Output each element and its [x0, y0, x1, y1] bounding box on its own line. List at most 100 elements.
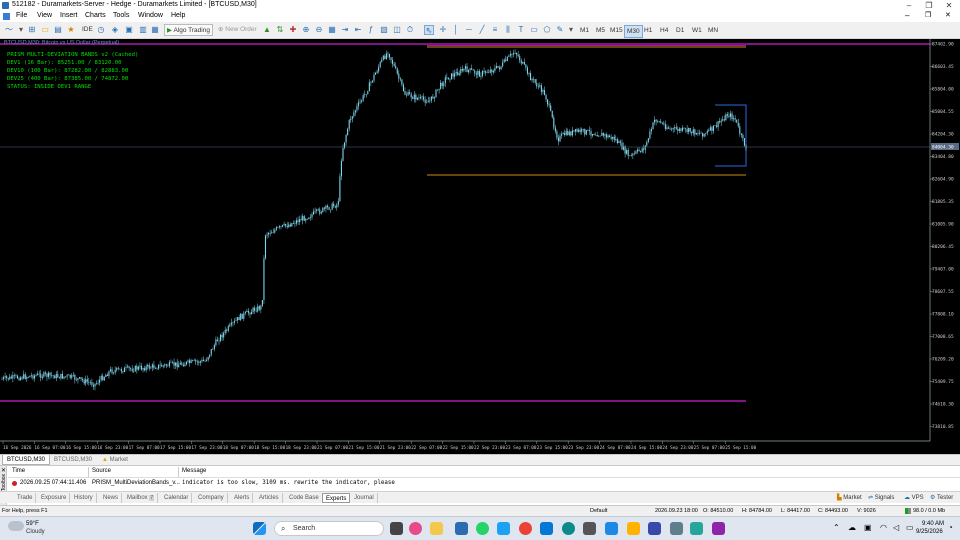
chart-tab-market[interactable]: ▲ Market	[98, 455, 132, 465]
menu-help[interactable]: Help	[171, 12, 185, 19]
trade-up-icon[interactable]: ▲	[262, 25, 272, 35]
grid-icon[interactable]: ▦	[327, 25, 337, 35]
edge-icon[interactable]	[540, 522, 553, 535]
chart-type-icon[interactable]: 〜	[4, 25, 14, 35]
menu-window[interactable]: Window	[138, 12, 163, 19]
tester-icon[interactable]: ▥	[138, 25, 148, 35]
tab-experts[interactable]: Experts	[322, 493, 351, 503]
new-order-button[interactable]: ⊕ New Order	[216, 24, 259, 36]
taskbar-search[interactable]: ⌕ Search	[274, 521, 384, 536]
file-explorer-icon[interactable]	[430, 522, 443, 535]
cloud-sync-icon[interactable]: ☁	[848, 523, 856, 532]
tf-m5[interactable]: M5	[594, 25, 607, 36]
wifi-icon[interactable]: ◠	[880, 523, 887, 532]
clock-time[interactable]: 9:40 AM	[922, 521, 944, 527]
tab-history[interactable]: History	[71, 493, 97, 503]
chart-area[interactable]: 87402.90 86603.45 85804.00 85004.55 84204.30…	[0, 39, 960, 454]
tab-calendar[interactable]: Calendar	[161, 493, 193, 503]
tf-w1[interactable]: W1	[690, 25, 704, 36]
tab-articles[interactable]: Articles	[256, 493, 283, 503]
dropdown-icon[interactable]: ▾	[16, 25, 26, 35]
market-button[interactable]: ▙ Market	[837, 493, 862, 503]
text-icon[interactable]: T	[516, 25, 526, 35]
col-source[interactable]: Source	[92, 468, 111, 474]
network-icon[interactable]: ▣	[864, 523, 872, 532]
minimize-chart-icon[interactable]: –	[905, 11, 909, 20]
tf-m30[interactable]: M30	[624, 25, 643, 38]
profiles-icon[interactable]: ▤	[53, 25, 63, 35]
zoom-out-icon[interactable]: ⊖	[314, 25, 324, 35]
app-icon-2[interactable]	[670, 522, 683, 535]
channel-icon[interactable]: ≡	[490, 25, 500, 35]
menu-tools[interactable]: Tools	[113, 12, 129, 19]
objects-icon[interactable]: ◫	[392, 25, 402, 35]
tab-journal[interactable]: Journal	[351, 493, 378, 503]
chart-tab-second[interactable]: BTCUSD,M30	[50, 455, 96, 465]
navigator-icon[interactable]: ★	[66, 25, 76, 35]
history-icon[interactable]: ◷	[96, 25, 106, 35]
one-click-icon[interactable]: ✚	[288, 25, 298, 35]
store-icon[interactable]	[605, 522, 618, 535]
menu-file[interactable]: File	[16, 12, 27, 19]
ide-button[interactable]: IDE	[80, 24, 95, 36]
clock-date[interactable]: 9/25/2026	[916, 529, 943, 535]
chart-tab-active[interactable]: BTCUSD,M30	[2, 455, 51, 465]
tab-exposure[interactable]: Exposure	[38, 493, 71, 503]
app-icon-3[interactable]	[690, 522, 703, 535]
menu-view[interactable]: View	[37, 12, 52, 19]
tf-m15[interactable]: M15	[608, 25, 625, 36]
mt5-icon[interactable]	[455, 522, 468, 535]
tf-h1[interactable]: H1	[642, 25, 654, 36]
notes-icon[interactable]	[627, 522, 640, 535]
periods-icon[interactable]: ⏱	[405, 25, 415, 35]
restore-chart-icon[interactable]: ❐	[925, 11, 931, 19]
minimize-icon[interactable]: –	[900, 0, 918, 11]
telegram-icon[interactable]	[497, 522, 510, 535]
col-time[interactable]: Time	[12, 468, 25, 474]
chart-shift-icon[interactable]: ⇤	[353, 25, 363, 35]
fibo-icon[interactable]: ⫼	[503, 25, 513, 35]
tf-m1[interactable]: M1	[578, 25, 591, 36]
signals-button[interactable]: ⇌ Signals	[868, 493, 894, 503]
tf-h4[interactable]: H4	[658, 25, 670, 36]
battery-icon[interactable]: ▭	[906, 523, 914, 532]
close-icon[interactable]: ✕	[940, 0, 958, 11]
copilot-icon[interactable]	[409, 522, 422, 535]
trendline-icon[interactable]: ╱	[477, 25, 487, 35]
shapes-icon[interactable]: ⬠	[542, 25, 552, 35]
app-icon-4[interactable]	[712, 522, 725, 535]
show-hidden-icon[interactable]: ⌃	[833, 523, 840, 532]
tab-trade[interactable]: Trade	[14, 493, 37, 503]
close-chart-icon[interactable]: ✕	[945, 11, 951, 19]
zoom-in-icon[interactable]: ⊕	[301, 25, 311, 35]
settings-app-icon[interactable]	[648, 522, 661, 535]
trade-down-icon[interactable]: ⇅	[275, 25, 285, 35]
task-view-icon[interactable]	[390, 522, 403, 535]
cursor-icon[interactable]: ⇖	[424, 25, 434, 35]
arrows-icon[interactable]: ✎	[555, 25, 565, 35]
templates-icon[interactable]: ▧	[379, 25, 389, 35]
chart-menu-icon[interactable]	[3, 13, 10, 20]
maximize-icon[interactable]: ❐	[920, 0, 938, 11]
tester-button[interactable]: ⚙ Tester	[930, 493, 953, 503]
vertical-line-icon[interactable]: │	[451, 25, 461, 35]
volume-icon[interactable]: ◁	[893, 523, 899, 532]
toolbox-close-icon[interactable]: ✕	[1, 467, 6, 474]
tab-alerts[interactable]: Alerts	[231, 493, 254, 503]
notifications-icon[interactable]: ◔	[948, 523, 953, 532]
tf-d1[interactable]: D1	[674, 25, 686, 36]
cloud-icon[interactable]	[8, 521, 24, 531]
more-dropdown-icon[interactable]: ▾	[566, 25, 576, 35]
menu-insert[interactable]: Insert	[60, 12, 78, 19]
tab-code-base[interactable]: Code Base	[286, 493, 323, 503]
autoscroll-icon[interactable]: ⇥	[340, 25, 350, 35]
label-icon[interactable]: ▭	[529, 25, 539, 35]
data-window-icon[interactable]: ▦	[150, 25, 160, 35]
weather-desc[interactable]: Cloudy	[26, 529, 45, 535]
start-windows-icon[interactable]	[253, 522, 266, 535]
crosshair-icon[interactable]: ✛	[438, 25, 448, 35]
whatsapp-icon[interactable]	[476, 522, 489, 535]
indicators-icon[interactable]: ƒ	[366, 25, 376, 35]
col-message[interactable]: Message	[182, 468, 206, 474]
app-edge-icon[interactable]	[562, 522, 575, 535]
